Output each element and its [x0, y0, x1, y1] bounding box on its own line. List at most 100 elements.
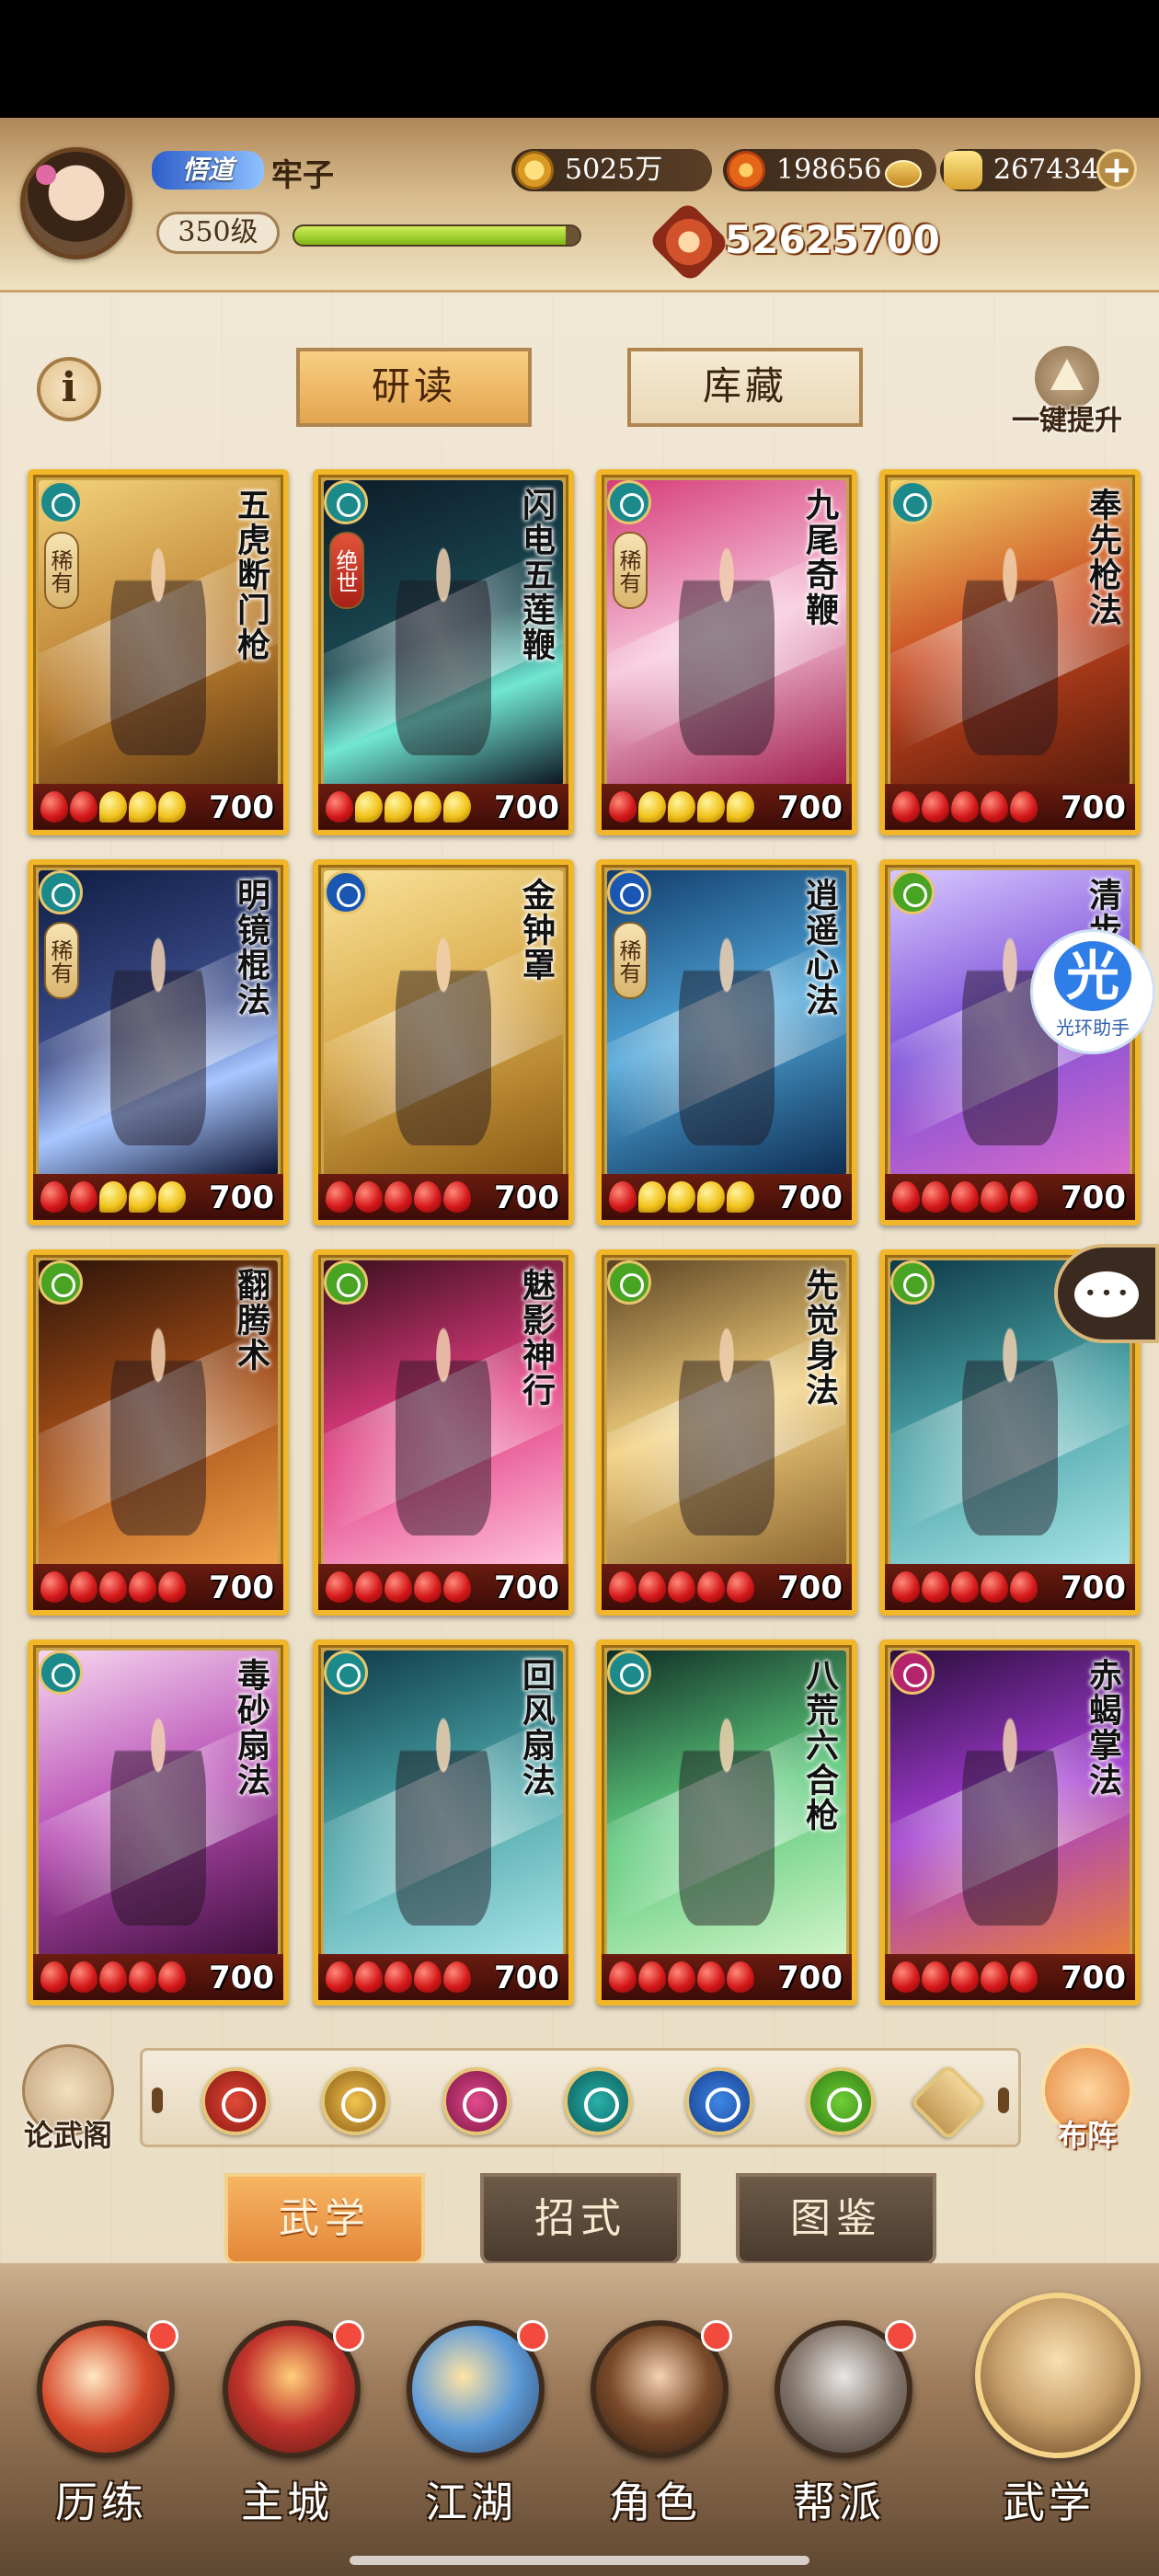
formation-button[interactable]: 布阵: [1036, 2044, 1139, 2155]
character-figure: [110, 925, 206, 1145]
gold-bead-icon: [414, 791, 442, 822]
star-beads: [609, 1181, 754, 1213]
red-bead-icon: [951, 1961, 979, 1993]
character-figure: [396, 1315, 491, 1535]
skill-level: 700: [777, 789, 843, 826]
nav-martial-arts[interactable]: 武学: [957, 2293, 1141, 2541]
status-bar: [0, 0, 1159, 118]
add-gold-button[interactable]: +: [1096, 149, 1137, 190]
red-bead-icon: [922, 1961, 949, 1993]
red-bead-icon: [981, 1961, 1008, 1993]
arena-button[interactable]: 论武阁: [17, 2044, 120, 2155]
skill-card[interactable]: 稀有 九尾奇鞭 700: [596, 469, 857, 835]
gold-bead-icon: [668, 1181, 695, 1213]
gold-bead-icon: [638, 1181, 666, 1213]
red-bead-icon: [892, 791, 920, 822]
character-figure: [110, 1315, 206, 1535]
skill-card[interactable]: 稀有 五虎断门枪 700: [28, 469, 289, 835]
skill-level: 700: [209, 789, 274, 826]
nav-training[interactable]: 历练: [9, 2320, 193, 2541]
character-figure: [110, 535, 206, 755]
info-button[interactable]: i: [37, 357, 101, 421]
skill-card[interactable]: 毒砂扇法 700: [28, 1639, 289, 2006]
subtab-martial[interactable]: 武学: [224, 2173, 425, 2265]
pink-school-icon: [890, 1650, 935, 1695]
title-badge[interactable]: 悟道: [152, 151, 264, 190]
chat-bubble-icon[interactable]: [1054, 1244, 1159, 1343]
skill-card[interactable]: 绝世 闪电五莲鞭 700: [313, 469, 574, 835]
coin-counter[interactable]: 5025万: [511, 149, 712, 191]
skill-card[interactable]: 金钟罩 700: [313, 859, 574, 1225]
assistant-floating-button[interactable]: 光 光环助手: [1030, 929, 1155, 1054]
star-beads: [609, 791, 754, 822]
upgrade-all-button[interactable]: 一键提升: [998, 346, 1136, 438]
subtab-moves[interactable]: 招式: [480, 2173, 681, 2265]
red-bead-icon: [981, 1571, 1008, 1603]
subtab-codex[interactable]: 图鉴: [736, 2173, 936, 2265]
player-avatar[interactable]: [20, 147, 132, 259]
skill-card[interactable]: 翻腾术 700: [28, 1249, 289, 1616]
spirit-exchange-icon[interactable]: [885, 160, 922, 188]
red-bead-icon: [326, 1571, 353, 1603]
red-bead-icon: [40, 1961, 68, 1993]
nav-guild[interactable]: 帮派: [747, 2320, 931, 2541]
taiji-school-icon[interactable]: [685, 2067, 753, 2135]
teal-school-icon: [607, 480, 651, 524]
nav-label: 角色: [609, 2478, 701, 2527]
skill-level: 700: [209, 1179, 274, 1216]
skill-card[interactable]: 魅影神行 700: [313, 1249, 574, 1616]
skill-card[interactable]: 先觉身法 700: [596, 1249, 857, 1616]
red-bead-icon: [443, 1571, 471, 1603]
skill-card[interactable]: 回风扇法 700: [313, 1639, 574, 2006]
swift-school-icon[interactable]: [807, 2067, 875, 2135]
red-bead-icon: [443, 1181, 471, 1213]
skill-level: 700: [777, 1960, 843, 1996]
red-bead-icon: [40, 1571, 68, 1603]
tab-study[interactable]: 研读: [296, 348, 532, 427]
red-bead-icon: [638, 1571, 666, 1603]
fist-school-icon[interactable]: [442, 2067, 511, 2135]
nav-main-city[interactable]: 主城: [195, 2320, 379, 2541]
skill-card[interactable]: 八荒六合枪 700: [596, 1639, 857, 2006]
nav-jianghu[interactable]: 江湖: [379, 2320, 563, 2541]
sword-school-icon[interactable]: [201, 2067, 270, 2135]
coin-value: 5025万: [565, 154, 663, 186]
exp-bar-fill: [294, 226, 566, 245]
red-bead-icon: [951, 1181, 979, 1213]
star-beads: [892, 1961, 1038, 1993]
red-bead-icon: [892, 1961, 920, 1993]
nav-label: 主城: [241, 2478, 333, 2527]
rarity-tag: 稀有: [44, 532, 79, 609]
skill-card[interactable]: 奉先枪法 700: [879, 469, 1141, 835]
tab-storage[interactable]: 库藏: [627, 348, 863, 427]
gold-bead-icon: [697, 791, 725, 822]
skill-card[interactable]: 赤蝎掌法 700: [879, 1639, 1141, 2006]
skill-card[interactable]: 稀有 明镜棍法 700: [28, 859, 289, 1225]
combat-power: 52625700: [725, 217, 940, 262]
gold-counter[interactable]: 267434: [940, 149, 1115, 191]
character-figure: [396, 925, 491, 1145]
star-beads: [609, 1961, 754, 1993]
red-bead-icon: [951, 1571, 979, 1603]
red-bead-icon: [414, 1961, 442, 1993]
red-bead-icon: [697, 1571, 725, 1603]
red-bead-icon: [922, 1571, 949, 1603]
skill-card[interactable]: 稀有 逍遥心法 700: [596, 859, 857, 1225]
nav-character[interactable]: 角色: [563, 2320, 747, 2541]
red-bead-icon: [1010, 1571, 1038, 1603]
star-beads: [326, 791, 471, 822]
character-figure: [110, 1705, 206, 1926]
green-school-icon: [324, 1260, 368, 1305]
star-beads: [326, 1181, 471, 1213]
red-bead-icon: [414, 1181, 442, 1213]
blade-school-icon[interactable]: [321, 2067, 389, 2135]
teal-school-icon: [324, 480, 368, 524]
teal-school-icon: [324, 1650, 368, 1695]
red-bead-icon: [70, 1961, 98, 1993]
player-name: 牢子: [271, 157, 334, 194]
fan-school-icon[interactable]: [564, 2067, 632, 2135]
more-up-icon[interactable]: [909, 2063, 988, 2142]
school-filter-bar: [140, 2048, 1021, 2147]
red-bead-icon: [892, 1571, 920, 1603]
gold-bead-icon: [158, 1181, 186, 1213]
